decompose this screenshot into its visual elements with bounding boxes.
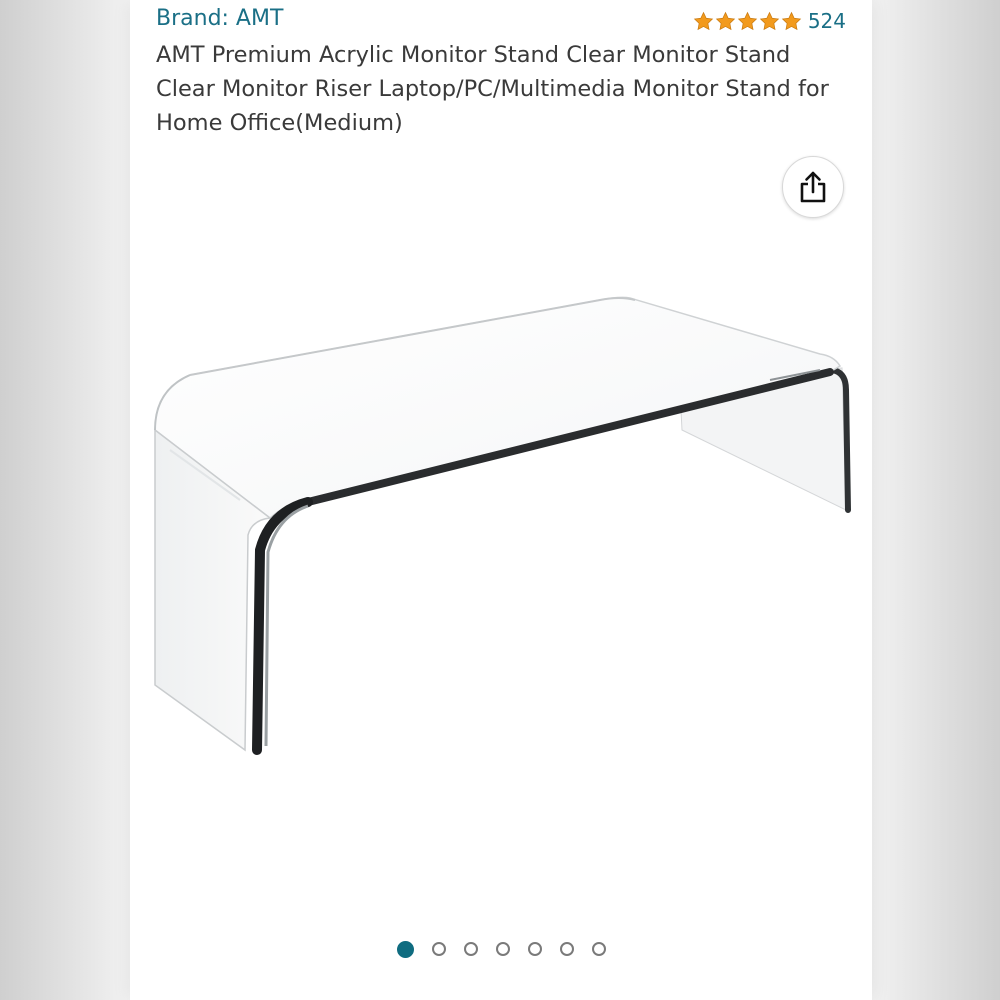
share-icon: [800, 171, 826, 203]
brand-link[interactable]: Brand: AMT: [156, 6, 283, 31]
product-image[interactable]: [130, 280, 872, 780]
star-icon: [781, 11, 802, 30]
pagination-dot[interactable]: [431, 942, 446, 956]
share-button[interactable]: [782, 156, 844, 218]
pagination-dot[interactable]: [463, 942, 478, 956]
pagination-dot[interactable]: [495, 942, 510, 956]
rating-summary[interactable]: 524: [693, 9, 846, 33]
star-icon: [715, 11, 736, 30]
image-pagination: [130, 941, 872, 958]
pagination-dot[interactable]: [396, 941, 414, 958]
star-icon: [759, 11, 780, 30]
rating-count[interactable]: 524: [808, 9, 846, 33]
pagination-dot[interactable]: [591, 942, 606, 956]
product-title: AMT Premium Acrylic Monitor Stand Clear …: [156, 42, 829, 136]
pagination-dot[interactable]: [527, 942, 542, 956]
star-icon: [693, 11, 714, 30]
star-icon: [737, 11, 758, 30]
star-rating: [693, 11, 802, 32]
pagination-dot[interactable]: [559, 942, 574, 956]
product-card: Brand: AMT 524 AMT Premium Acrylic Monit…: [130, 0, 872, 1000]
